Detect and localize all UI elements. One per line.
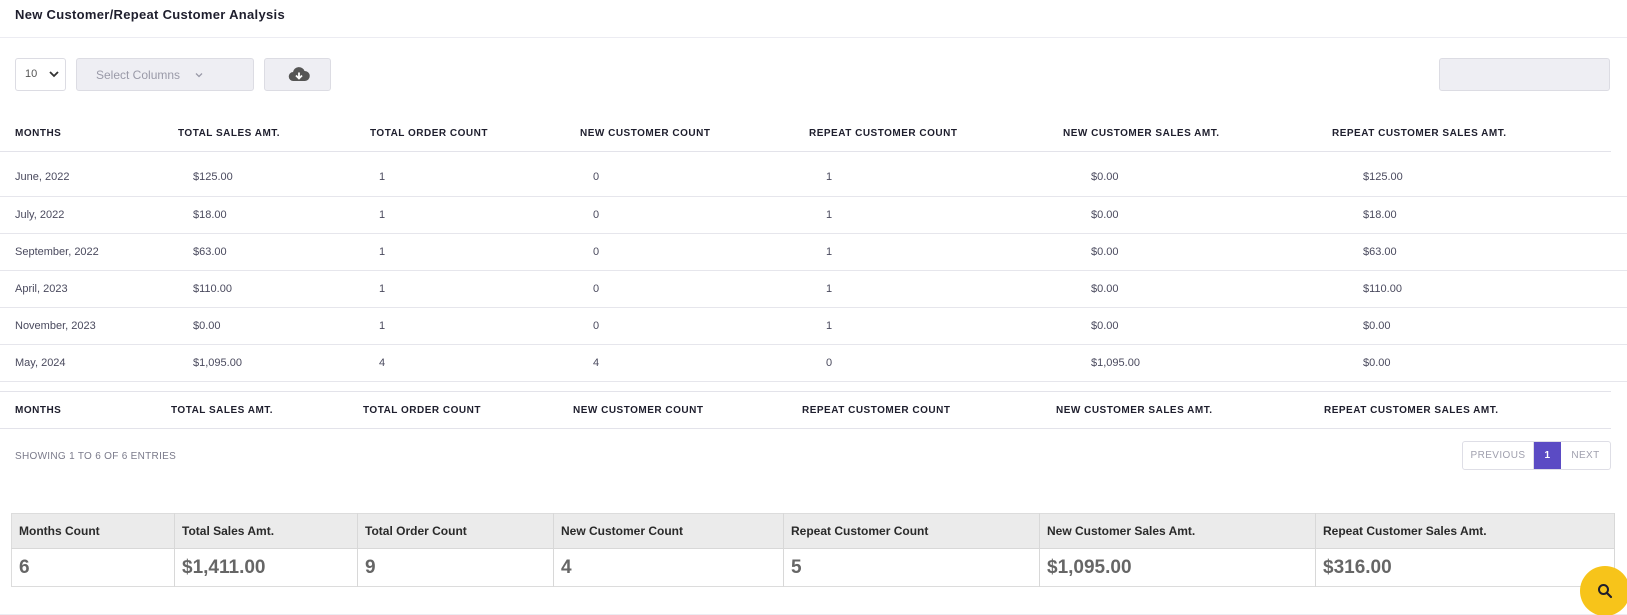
chevron-down-icon (49, 71, 59, 78)
title-divider (0, 37, 1627, 38)
table-cell: 1 (820, 196, 1078, 234)
table-cell: $1,095.00 (1078, 344, 1350, 382)
summary-value-repeat-customer-sales: $316.00 (1315, 548, 1615, 587)
table-cell: July, 2022 (0, 196, 179, 234)
table-cell: $0.00 (1078, 270, 1350, 308)
table-cell: $110.00 (179, 270, 374, 308)
footer-column-total-sales[interactable]: TOTAL SALES AMT. (156, 391, 348, 429)
column-header-new-customer-sales[interactable]: NEW CUSTOMER SALES AMT. (1048, 117, 1317, 152)
footer-column-new-customers[interactable]: NEW CUSTOMER COUNT (558, 391, 787, 429)
table-cell: 0 (587, 159, 820, 197)
footer-column-total-orders[interactable]: TOTAL ORDER COUNT (348, 391, 558, 429)
column-header-total-sales[interactable]: TOTAL SALES AMT. (163, 117, 355, 152)
table-cell: 1 (374, 196, 587, 234)
column-header-months[interactable]: MONTHS (0, 117, 163, 152)
summary-value-new-customer-sales: $1,095.00 (1039, 548, 1316, 587)
table-cell: June, 2022 (0, 159, 179, 197)
footer-column-new-customer-sales[interactable]: NEW CUSTOMER SALES AMT. (1041, 391, 1309, 429)
download-button[interactable] (264, 58, 331, 91)
summary-value-months-count: 6 (11, 548, 175, 587)
table-cell: $0.00 (1078, 233, 1350, 271)
table-cell: 1 (374, 307, 587, 345)
entries-info: SHOWING 1 TO 6 OF 6 ENTRIES (15, 451, 177, 462)
table-cell: 4 (587, 344, 820, 382)
table-cell: 4 (374, 344, 587, 382)
report-page: New Customer/Repeat Customer Analysis 10… (0, 0, 1627, 615)
table-header: MONTHS TOTAL SALES AMT. TOTAL ORDER COUN… (0, 117, 1611, 152)
summary-table: Months Count Total Sales Amt. Total Orde… (11, 513, 1615, 587)
footer-column-months[interactable]: MONTHS (0, 391, 156, 429)
column-header-repeat-customer-sales[interactable]: REPEAT CUSTOMER SALES AMT. (1317, 117, 1611, 152)
table-cell: $0.00 (1350, 307, 1627, 345)
table-cell: 0 (587, 270, 820, 308)
table-cell: $1,095.00 (179, 344, 374, 382)
summary-value-total-orders: 9 (357, 548, 554, 587)
page-length-select[interactable]: 10 (15, 58, 66, 91)
table-row: May, 2024 $1,095.00 4 4 0 $1,095.00 $0.00 (0, 344, 1627, 382)
table-cell: $125.00 (179, 159, 374, 197)
next-page-button[interactable]: NEXT (1561, 442, 1610, 469)
table-row: April, 2023 $110.00 1 0 1 $0.00 $110.00 (0, 270, 1627, 308)
column-header-repeat-customers[interactable]: REPEAT CUSTOMER COUNT (794, 117, 1048, 152)
table-cell: $0.00 (1078, 159, 1350, 197)
footer-column-repeat-customer-sales[interactable]: REPEAT CUSTOMER SALES AMT. (1309, 391, 1611, 429)
chevron-down-icon (195, 73, 203, 78)
table-cell: $18.00 (179, 196, 374, 234)
summary-label-total-sales: Total Sales Amt. (174, 513, 358, 549)
table-cell: 0 (587, 307, 820, 345)
table-cell: 1 (820, 270, 1078, 308)
select-columns-dropdown[interactable]: Select Columns (76, 58, 254, 91)
summary-label-repeat-customer-sales: Repeat Customer Sales Amt. (1315, 513, 1615, 549)
table-cell: 0 (820, 344, 1078, 382)
table-row: November, 2023 $0.00 1 0 1 $0.00 $0.00 (0, 307, 1627, 345)
table-cell: 1 (374, 159, 587, 197)
search-icon (1598, 584, 1613, 599)
table-footer-header: MONTHS TOTAL SALES AMT. TOTAL ORDER COUN… (0, 391, 1611, 429)
table-cell: $63.00 (179, 233, 374, 271)
previous-page-button[interactable]: PREVIOUS (1463, 442, 1534, 469)
table-cell: 1 (820, 233, 1078, 271)
table-row: September, 2022 $63.00 1 0 1 $0.00 $63.00 (0, 233, 1627, 271)
page-length-value: 10 (25, 68, 38, 80)
summary-label-total-orders: Total Order Count (357, 513, 554, 549)
table-cell: 0 (587, 196, 820, 234)
table-cell: $110.00 (1350, 270, 1627, 308)
table-cell: April, 2023 (0, 270, 179, 308)
current-page-button[interactable]: 1 (1534, 442, 1561, 469)
table-row: July, 2022 $18.00 1 0 1 $0.00 $18.00 (0, 196, 1627, 234)
summary-label-new-customers: New Customer Count (553, 513, 784, 549)
column-header-new-customers[interactable]: NEW CUSTOMER COUNT (565, 117, 794, 152)
table-cell: 0 (587, 233, 820, 271)
summary-label-new-customer-sales: New Customer Sales Amt. (1039, 513, 1316, 549)
table-cell: September, 2022 (0, 233, 179, 271)
search-fab-button[interactable] (1580, 566, 1627, 615)
table-cell: $125.00 (1350, 159, 1627, 197)
table-row: June, 2022 $125.00 1 0 1 $0.00 $125.00 (0, 159, 1627, 197)
footer-column-repeat-customers[interactable]: REPEAT CUSTOMER COUNT (787, 391, 1041, 429)
summary-label-repeat-customers: Repeat Customer Count (783, 513, 1040, 549)
data-table: June, 2022 $125.00 1 0 1 $0.00 $125.00 July, 20… (0, 159, 1627, 382)
table-cell: $0.00 (1078, 307, 1350, 345)
select-columns-label: Select Columns (96, 68, 181, 82)
table-cell: November, 2023 (0, 307, 179, 345)
table-cell: 1 (820, 307, 1078, 345)
summary-value-repeat-customers: 5 (783, 548, 1040, 587)
table-cell: $63.00 (1350, 233, 1627, 271)
pagination: PREVIOUS 1 NEXT (1462, 441, 1611, 470)
table-cell: $0.00 (1350, 344, 1627, 382)
table-cell: May, 2024 (0, 344, 179, 382)
summary-label-months-count: Months Count (11, 513, 175, 549)
table-cell: 1 (820, 159, 1078, 197)
summary-value-total-sales: $1,411.00 (174, 548, 358, 587)
table-cell: 1 (374, 270, 587, 308)
table-cell: $0.00 (179, 307, 374, 345)
table-cell: $18.00 (1350, 196, 1627, 234)
table-cell: $0.00 (1078, 196, 1350, 234)
page-title: New Customer/Repeat Customer Analysis (15, 7, 285, 22)
summary-value-new-customers: 4 (553, 548, 784, 587)
column-header-total-orders[interactable]: TOTAL ORDER COUNT (355, 117, 565, 152)
search-input[interactable] (1439, 58, 1610, 91)
table-cell: 1 (374, 233, 587, 271)
cloud-download-icon (288, 67, 310, 82)
